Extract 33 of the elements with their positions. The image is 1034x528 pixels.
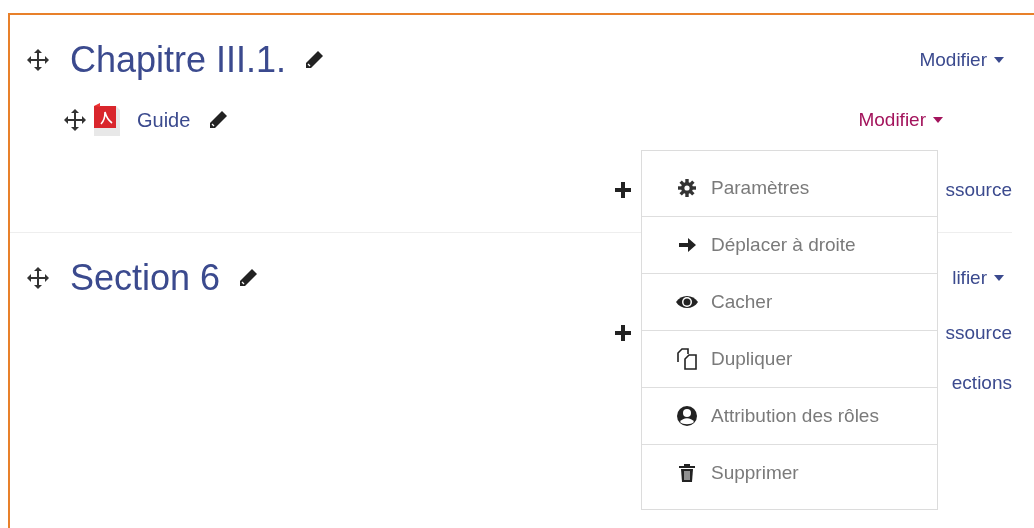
eye-icon	[675, 294, 699, 310]
add-link[interactable]: ssource	[945, 322, 1012, 344]
move-icon[interactable]	[26, 266, 50, 290]
section-title: Section 6	[70, 257, 221, 299]
caret-icon	[994, 275, 1004, 281]
caret-icon	[933, 117, 943, 123]
gear-icon	[677, 177, 697, 198]
section-title: Chapitre III.1.	[70, 39, 287, 81]
pencil-icon[interactable]	[238, 268, 259, 288]
edit-menu-link[interactable]: lifier	[952, 267, 1004, 289]
edit-menu-link[interactable]: Modifier	[919, 49, 1004, 71]
add-link[interactable]: ections	[951, 372, 1012, 394]
add-link[interactable]: ssource	[945, 179, 1012, 201]
menu-item[interactable]: Attribution des rôles	[642, 387, 937, 444]
pencil-icon[interactable]	[304, 50, 325, 70]
copy-icon	[676, 348, 698, 370]
menu-item[interactable]: Paramètres	[642, 159, 937, 216]
pencil-icon[interactable]	[208, 110, 229, 130]
plus-icon[interactable]	[614, 181, 632, 199]
user-circle-icon	[676, 405, 698, 427]
menu-item[interactable]: Supprimer	[642, 444, 937, 501]
plus-icon[interactable]	[614, 324, 632, 342]
move-icon[interactable]	[63, 108, 87, 132]
pdf-file-icon	[91, 103, 123, 137]
menu-item[interactable]: Cacher	[642, 273, 937, 330]
edit-menu-link[interactable]: Modifier	[858, 109, 943, 131]
trash-icon	[678, 463, 696, 483]
menu-item[interactable]: Dupliquer	[642, 330, 937, 387]
arrow-right-icon	[677, 235, 697, 255]
caret-icon	[994, 57, 1004, 63]
activity-link[interactable]: Guide	[137, 108, 191, 132]
menu-item[interactable]: Déplacer à droite	[642, 216, 937, 273]
move-icon[interactable]	[26, 48, 50, 72]
